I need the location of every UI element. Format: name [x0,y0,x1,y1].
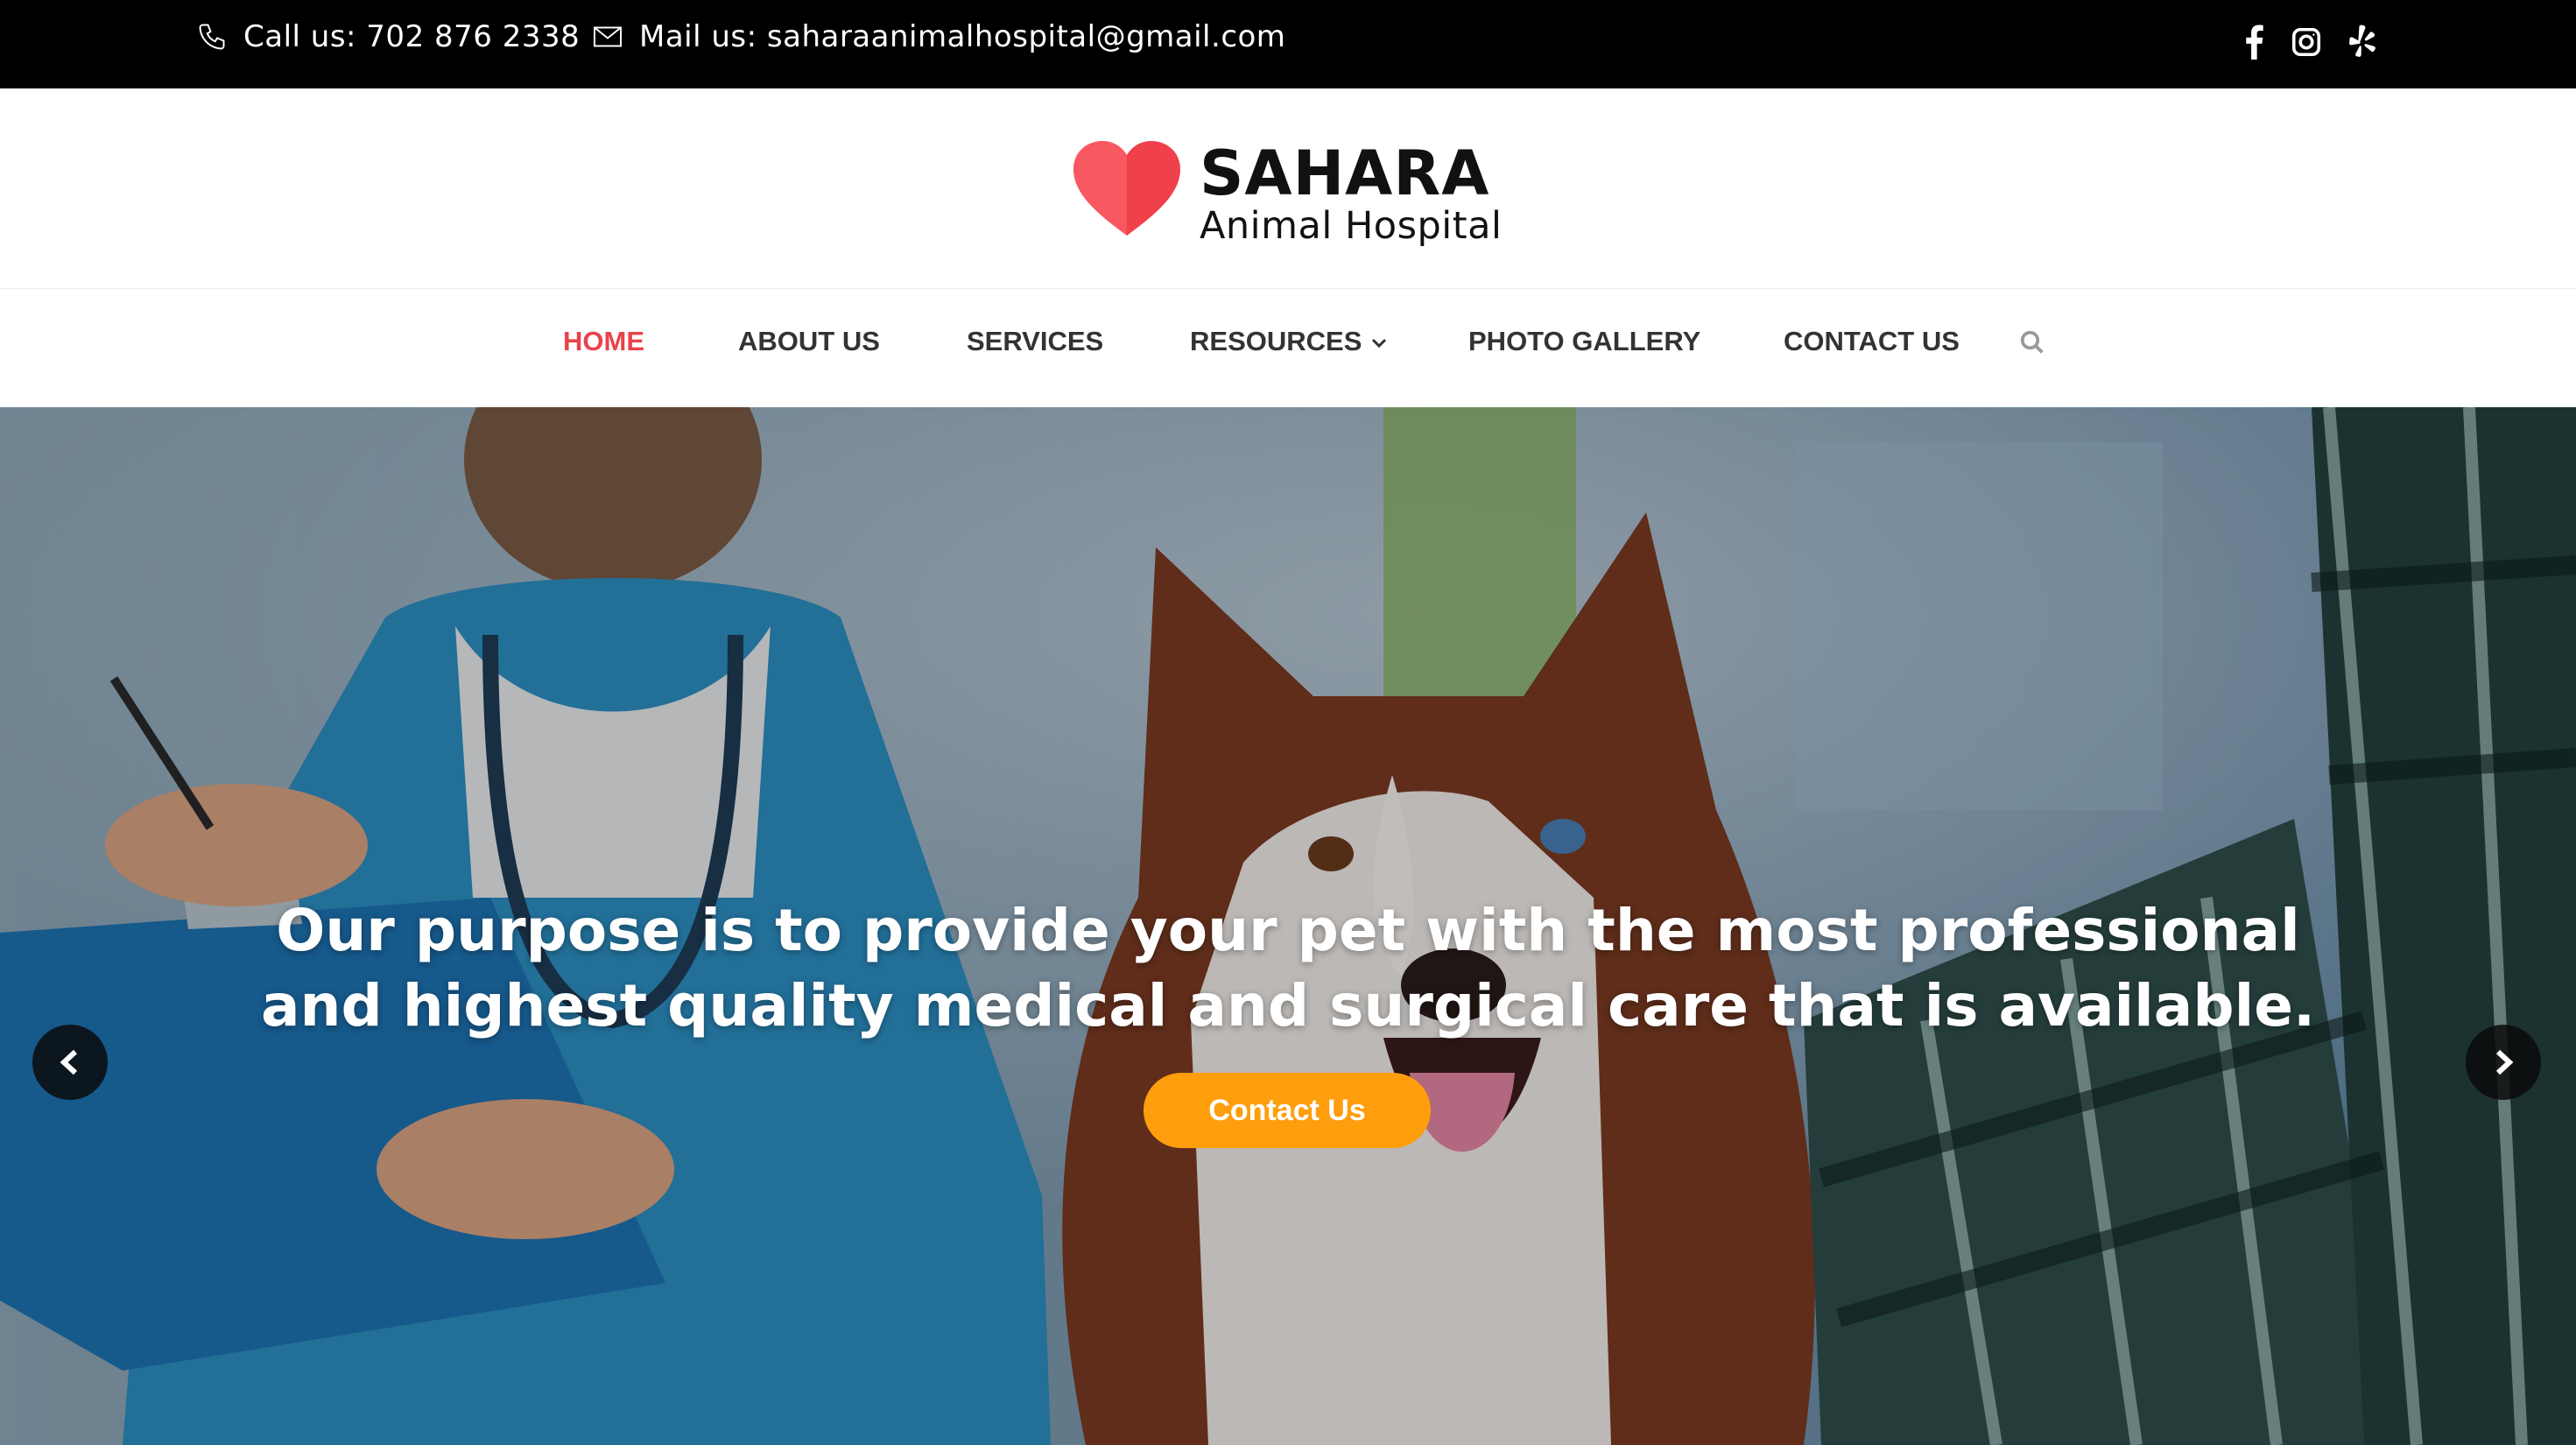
instagram-icon [2291,27,2321,57]
brand-name: SAHARA [1200,137,1490,209]
hero-slider: Our purpose is to provide your pet with … [0,407,2576,1445]
hero-headline: Our purpose is to provide your pet with … [0,893,2576,1044]
envelope-icon [594,26,622,47]
hero-headline-line-2: and highest quality medical and surgical… [260,972,2316,1040]
chevron-left-icon [60,1049,78,1075]
main-nav: HOME ABOUT US SERVICES RESOURCES PHOTO G… [0,288,2576,407]
chevron-down-icon [1372,338,1387,349]
nav-item-contact-us[interactable]: CONTACT US [1784,289,1960,394]
nav-item-resources-label: RESOURCES [1190,326,1362,356]
heart-logo-icon [1073,141,1180,236]
nav-item-photo-gallery[interactable]: PHOTO GALLERY [1468,289,1700,394]
slider-prev-button[interactable] [32,1025,108,1100]
contact-us-button[interactable]: Contact Us [1144,1073,1431,1148]
hero-headline-line-1: Our purpose is to provide your pet with … [276,897,2300,964]
facebook-icon [2246,25,2263,60]
search-icon[interactable] [2019,329,2045,356]
nav-item-about-us[interactable]: ABOUT US [738,289,880,394]
brand-subtitle: Animal Hospital [1200,204,1503,248]
chevron-right-icon [2495,1049,2514,1075]
phone-contact[interactable]: Call us: 702 876 2338 [196,0,580,74]
yelp-icon [2349,25,2375,57]
instagram-link[interactable] [2291,21,2322,63]
facebook-link[interactable] [2243,21,2264,63]
nav-item-services[interactable]: SERVICES [967,289,1103,394]
site-header: SAHARA Animal Hospital [0,88,2576,288]
brand-text: SAHARA Animal Hospital [1200,137,1502,245]
top-bar: Call us: 702 876 2338 Mail us: saharaani… [0,0,2576,88]
nav-item-resources[interactable]: RESOURCES [1190,289,1388,394]
phone-text: Call us: 702 876 2338 [243,19,581,54]
phone-icon [199,24,225,50]
mail-text: Mail us: saharaanimalhospital@gmail.com [639,19,1286,54]
site-logo[interactable]: SAHARA Animal Hospital [1070,137,1502,245]
mail-contact[interactable]: Mail us: saharaanimalhospital@gmail.com [592,0,1285,74]
slider-next-button[interactable] [2466,1025,2541,1100]
yelp-link[interactable] [2347,21,2376,63]
nav-item-home[interactable]: HOME [563,289,644,394]
